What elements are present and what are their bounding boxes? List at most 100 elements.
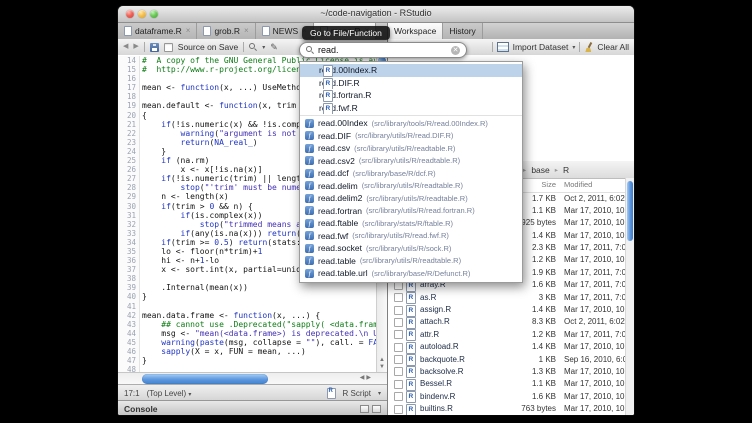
file-row[interactable]: Rassign.R1.4 KBMar 17, 2010, 10:41 AM [388,304,634,316]
file-row[interactable]: Rattach.R8.3 KBOct 2, 2011, 6:02 PM [388,316,634,328]
edit-icon[interactable]: ✎ [270,43,278,52]
goto-search-input[interactable]: read. ✕ [299,42,467,58]
goto-result-function[interactable]: fread.dcf(src/library/base/R/dcf.R) [300,167,522,180]
source-on-save-checkbox[interactable] [164,43,173,52]
import-dataset-button[interactable]: Import Dataset [513,42,569,52]
result-name: read.table [318,256,356,266]
file-name[interactable]: attach.R [420,317,450,326]
checkbox[interactable] [394,392,403,401]
file-row[interactable]: RBessel.R1.1 KBMar 17, 2010, 10:41 AM [388,378,634,390]
goto-result-function[interactable]: fread.DIF(src/library/utils/R/read.DIF.R… [300,130,522,143]
checkbox[interactable] [394,380,403,389]
goto-result-function[interactable]: fread.csv(src/library/utils/R/readtable.… [300,142,522,155]
chevron-down-icon[interactable]: ▾ [378,390,381,397]
line-number: 46 [118,347,139,356]
file-row[interactable]: Rbackquote.R1 KBSep 16, 2010, 6:02 PM [388,353,634,365]
breadcrumb-segment[interactable]: base [530,165,550,175]
tab-workspace[interactable]: Workspace [388,23,443,39]
goto-result-file[interactable]: Rread.00Index.R [300,64,522,77]
scrollbar-thumb[interactable] [627,181,633,241]
checkbox[interactable] [394,405,403,414]
checkbox[interactable] [394,318,403,327]
title-bar[interactable]: ~/code-navigation - RStudio [118,6,634,23]
find-icon[interactable] [249,43,257,51]
editor-tab-grob.R[interactable]: grob.R× [197,23,255,39]
checkbox[interactable] [394,293,403,302]
chevron-down-icon[interactable]: ▾ [262,44,265,51]
forward-icon[interactable]: ▶ [133,42,138,52]
search-value[interactable]: read. [318,45,447,55]
zoom-button[interactable] [150,10,158,18]
goto-result-function[interactable]: fread.delim2(src/library/utils/R/readtab… [300,192,522,205]
file-modified: Mar 17, 2010, 10:41 AM [564,392,634,401]
goto-result-function[interactable]: fread.socket(src/library/utils/R/sock.R) [300,242,522,255]
file-modified: Mar 17, 2011, 7:02 PM [564,268,634,277]
checkbox[interactable] [394,355,403,364]
file-name[interactable]: attr.R [420,330,439,339]
checkbox[interactable] [394,343,403,352]
goto-result-function[interactable]: fread.table(src/library/utils/R/readtabl… [300,255,522,268]
goto-result-file[interactable]: Rread.fwf.R [300,102,522,115]
code-line: } [142,356,377,365]
close-button[interactable] [126,10,134,18]
file-name[interactable]: as.R [420,293,436,302]
line-number: 41 [118,302,139,311]
files-vertical-scrollbar[interactable] [625,178,634,415]
modified-column-header[interactable]: Modified [564,180,592,189]
window-controls [126,10,158,18]
close-tab-icon[interactable]: × [186,27,191,35]
save-icon[interactable] [150,43,159,52]
checkbox[interactable] [394,367,403,376]
goto-result-function[interactable]: fread.delim(src/library/utils/R/readtabl… [300,180,522,193]
maximize-pane-icon[interactable] [372,405,381,413]
file-name[interactable]: autoload.R [420,342,459,351]
result-name: read.dcf [318,168,349,178]
goto-result-function[interactable]: fread.fwf(src/library/utils/R/read.fwf.R… [300,230,522,243]
tab-label: dataframe.R [135,26,182,36]
file-row[interactable]: Ras.R3 KBMar 17, 2011, 7:02 PM [388,291,634,303]
clear-search-icon[interactable]: ✕ [451,46,460,55]
goto-result-file[interactable]: Rread.fortran.R [300,89,522,102]
file-row[interactable]: Rbacksolve.R1.3 KBMar 17, 2010, 10:41 AM [388,365,634,377]
file-name[interactable]: backquote.R [420,355,465,364]
breadcrumb-separator-icon: ▸ [555,166,558,174]
checkbox[interactable] [394,306,403,315]
minimize-button[interactable] [138,10,146,18]
checkbox[interactable] [394,330,403,339]
file-name[interactable]: builtins.R [420,404,453,413]
file-name[interactable]: Bessel.R [420,379,452,388]
scrollbar-arrows[interactable]: ▲▼ [377,357,387,371]
goto-result-function[interactable]: fread.ftable(src/library/stats/R/ftable.… [300,217,522,230]
file-modified: Mar 17, 2010, 10:41 AM [564,255,634,264]
file-row[interactable]: Rattr.R1.2 KBMar 17, 2011, 7:02 PM [388,328,634,340]
file-row[interactable]: Rautoload.R1.4 KBMar 17, 2010, 10:41 AM [388,341,634,353]
r-file-icon: R [323,65,333,76]
line-number-gutter: 1415161718192021222324252627282930313233… [118,56,140,372]
function-icon: f [305,244,314,253]
back-icon[interactable]: ◀ [123,42,128,52]
file-name[interactable]: backsolve.R [420,367,464,376]
tab-history[interactable]: History [443,23,482,39]
r-file-icon: R [406,354,416,366]
scrollbar-thumb[interactable] [142,374,268,384]
file-row[interactable]: Rbuiltins.R763 bytesMar 17, 2010, 10:41 … [388,403,634,415]
goto-result-function[interactable]: fread.00Index(src/library/tools/R/read.0… [300,117,522,130]
chevron-down-icon[interactable]: ▾ [572,44,575,51]
scope-selector[interactable]: (Top Level) ▾ [147,389,192,398]
file-name[interactable]: bindenv.R [420,392,455,401]
clear-all-button[interactable]: Clear All [597,42,629,52]
breadcrumb-segment[interactable]: R [562,165,570,175]
minimize-pane-icon[interactable] [360,405,369,413]
file-name[interactable]: assign.R [420,305,451,314]
editor-tab-dataframe.R[interactable]: dataframe.R × [118,23,197,39]
console-header[interactable]: Console [118,400,387,415]
goto-result-file[interactable]: Rread.DIF.R [300,77,522,90]
file-row[interactable]: Rbindenv.R1.6 KBMar 17, 2010, 10:41 AM [388,390,634,402]
goto-result-function[interactable]: fread.table.url(src/library/base/R/Defun… [300,267,522,280]
close-tab-icon[interactable]: × [244,27,249,35]
goto-result-function[interactable]: fread.csv2(src/library/utils/R/readtable… [300,155,522,168]
goto-result-function[interactable]: fread.fortran(src/library/utils/R/read.f… [300,205,522,218]
file-type-label[interactable]: R Script [343,389,371,398]
r-file-icon: R [406,404,416,415]
file-modified: Mar 17, 2011, 7:02 PM [564,280,634,289]
